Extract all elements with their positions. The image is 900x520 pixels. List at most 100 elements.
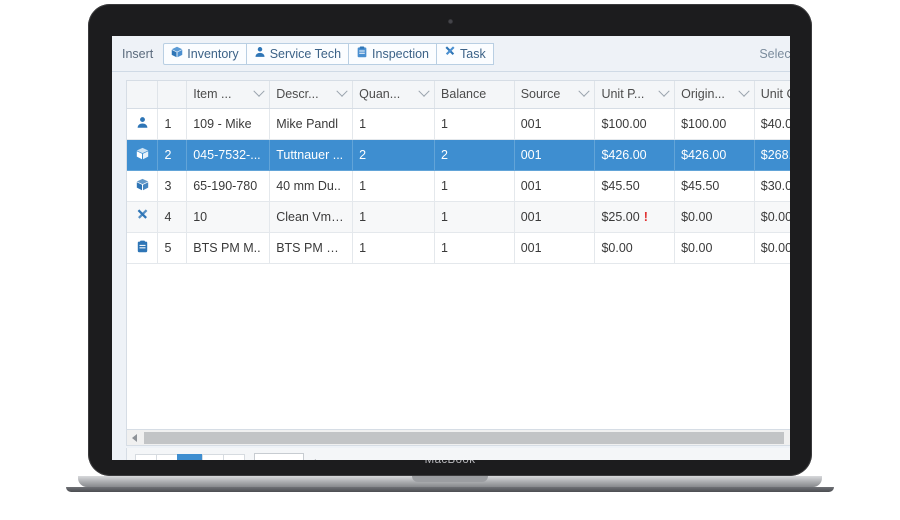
insert-task-button[interactable]: Task	[436, 42, 494, 65]
tools-icon	[444, 46, 456, 61]
page-size-value: 10	[260, 458, 273, 461]
page-size-select[interactable]: 10	[254, 453, 304, 460]
insert-label: Insert	[122, 46, 154, 61]
table-row[interactable]: 1 109 - Mike Mike Pandl 1 1 001 $100.00 $100.00…	[127, 108, 790, 140]
data-grid: Item ... Descr... Quan... Balance Source…	[126, 80, 790, 430]
selected-status-text: Selected	[759, 46, 790, 61]
cell-unit-cost: $0.00	[754, 232, 790, 264]
insert-service-tech-label: Service Tech	[269, 46, 342, 61]
cell-balance: 1	[434, 108, 515, 140]
row-number-cell: 1	[157, 108, 188, 140]
column-header-description[interactable]: Descr...	[269, 81, 354, 109]
pager-first-button[interactable]: |◀	[135, 453, 157, 460]
row-type-icon-cell	[127, 201, 159, 233]
column-header-unit-price-label: Unit P...	[601, 87, 645, 102]
column-header-balance[interactable]: Balance	[434, 81, 515, 109]
cell-item: 045-7532-...	[186, 139, 271, 171]
column-header-item-label: Item ...	[193, 87, 232, 102]
chevron-down-icon	[336, 85, 348, 98]
tools-icon	[136, 208, 149, 225]
column-header-rownum[interactable]	[157, 81, 188, 109]
chevron-down-icon	[658, 85, 670, 98]
cell-description: Tuttnauer ...	[269, 139, 354, 171]
pager-last-button[interactable]: ▶|	[223, 453, 245, 460]
box-icon	[171, 46, 183, 61]
row-type-icon-cell	[127, 232, 159, 264]
cell-quantity: 2	[352, 139, 436, 171]
person-icon	[136, 116, 149, 132]
row-number-cell: 5	[157, 232, 188, 264]
cell-quantity: 1	[352, 201, 436, 233]
row-type-icon-cell	[127, 139, 159, 171]
cell-original-price: $100.00	[674, 108, 755, 140]
cell-balance: 1	[434, 201, 515, 233]
app-screen: Insert Inventory Service Tech Inspection	[112, 36, 790, 460]
table-row[interactable]: 3 65-190-780 40 mm Du.. 1 1 001 $45.50 $45.50 $3…	[127, 170, 790, 202]
box-icon	[136, 147, 149, 163]
insert-toolbar: Insert Inventory Service Tech Inspection	[112, 36, 790, 72]
cell-source: 001	[514, 170, 596, 202]
column-header-source[interactable]: Source	[514, 81, 596, 109]
cell-description: Mike Pandl	[269, 108, 354, 140]
pager-next-button[interactable]: ▶	[202, 453, 224, 460]
row-type-icon-cell	[127, 170, 159, 202]
laptop-foot	[66, 487, 834, 492]
column-header-description-label: Descr...	[276, 87, 319, 102]
warning-icon: !	[643, 209, 648, 224]
column-header-quantity[interactable]: Quan...	[352, 81, 436, 109]
column-header-icon[interactable]	[127, 81, 159, 109]
box-icon	[136, 178, 149, 194]
cell-item: BTS PM M..	[186, 232, 271, 264]
cell-description: 40 mm Du..	[269, 170, 354, 202]
cell-original-price: $0.00	[674, 232, 755, 264]
column-header-unit-price[interactable]: Unit P...	[594, 81, 676, 109]
column-header-balance-label: Balance	[441, 87, 487, 102]
insert-inventory-button[interactable]: Inventory	[163, 42, 247, 65]
insert-task-label: Task	[460, 46, 486, 61]
column-header-source-label: Source	[520, 87, 561, 102]
cell-original-price: $0.00	[674, 201, 755, 233]
cell-unit-price: $426.00	[594, 139, 676, 171]
cell-source: 001	[514, 201, 596, 233]
column-header-original-price-label: Origin...	[681, 87, 725, 102]
cell-balance: 1	[434, 232, 515, 264]
chevron-down-icon	[738, 85, 750, 98]
insert-inspection-label: Inspection	[372, 46, 430, 61]
clipboard-icon	[356, 46, 368, 61]
cell-balance: 2	[434, 139, 515, 171]
cell-balance: 1	[434, 170, 515, 202]
cell-quantity: 1	[352, 108, 436, 140]
table-row[interactable]: 2 045-7532-... Tuttnauer ... 2 2 001 $426.00 $4…	[127, 139, 790, 171]
scrollbar-thumb[interactable]	[144, 431, 784, 444]
clipboard-icon	[136, 240, 149, 256]
items-per-page-label: items per page	[314, 458, 397, 461]
scroll-left-arrow-icon[interactable]	[127, 431, 142, 445]
row-number-cell: 3	[157, 170, 188, 202]
chevron-down-icon	[418, 85, 430, 98]
insert-inspection-button[interactable]: Inspection	[348, 42, 438, 65]
cell-unit-cost: $40.00	[754, 108, 790, 140]
grid-pager: |◀ ◀ 1 ▶ ▶| 10 items per page	[126, 448, 790, 460]
row-number-cell: 4	[157, 201, 188, 233]
pager-page-1-button[interactable]: 1	[177, 453, 203, 460]
screenshot-root: MacBook Insert Inventory Service Tech In…	[0, 0, 900, 520]
column-header-unit-cost[interactable]: Unit C...	[754, 81, 790, 109]
table-row[interactable]: 410Clean Vma...11001$25.00!$0.00$0.00-2,…	[127, 201, 790, 233]
insert-service-tech-button[interactable]: Service Tech	[245, 42, 350, 65]
chevron-down-icon	[253, 85, 265, 98]
horizontal-scrollbar[interactable]	[126, 430, 790, 446]
chevron-down-icon	[578, 85, 591, 98]
cell-quantity: 1	[352, 170, 436, 202]
cell-original-price: $45.50	[674, 170, 755, 202]
cell-source: 001	[514, 139, 596, 171]
laptop-notch	[412, 476, 488, 482]
table-row[interactable]: 5 BTS PM M.. BTS PM Ch... 1 1 001 $0.00 $0.00 $0…	[127, 232, 790, 264]
cell-item: 10	[186, 201, 271, 233]
grid-header-row: Item ... Descr... Quan... Balance Source…	[127, 81, 790, 109]
cell-description: BTS PM Ch...	[269, 232, 354, 264]
cell-unit-price: $100.00	[594, 108, 676, 140]
column-header-item[interactable]: Item ...	[186, 81, 271, 109]
column-header-original-price[interactable]: Origin...	[674, 81, 755, 109]
pager-prev-button[interactable]: ◀	[156, 453, 178, 460]
cell-description: Clean Vma...	[269, 201, 354, 233]
